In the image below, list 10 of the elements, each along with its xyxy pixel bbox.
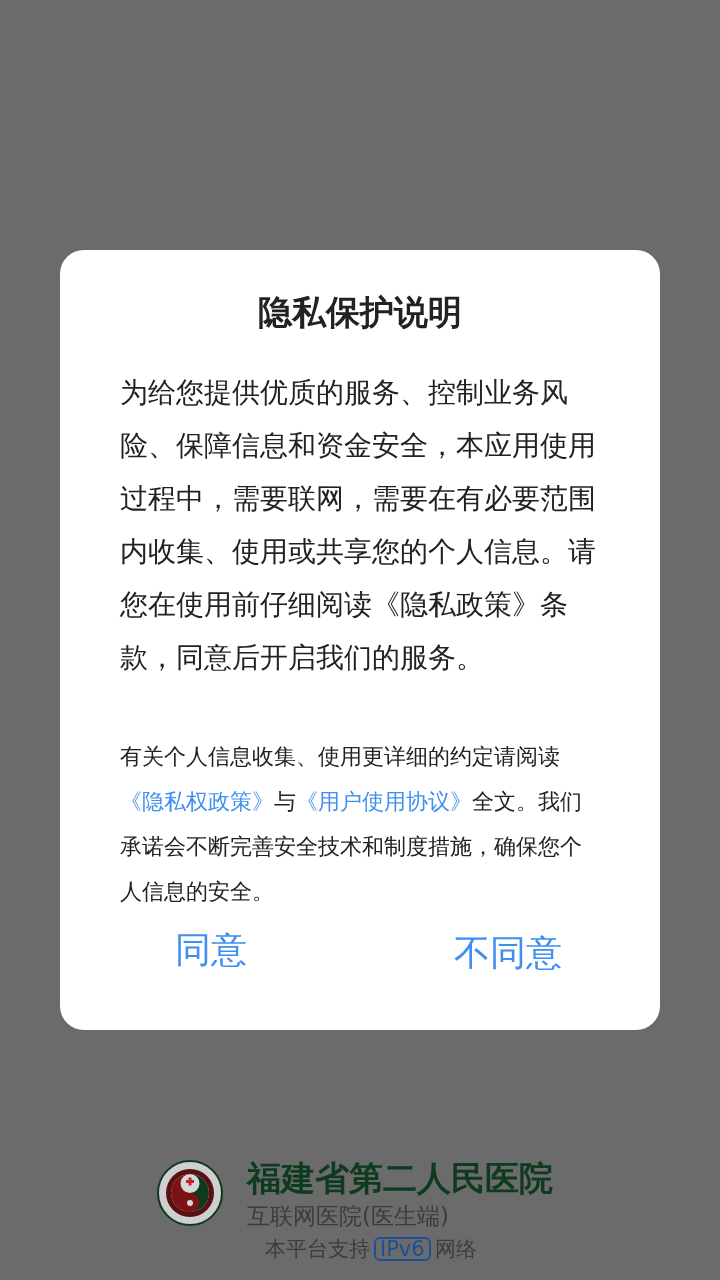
policy-link[interactable]: 《隐私权政策》 — [120, 789, 274, 814]
dialog-title: 隐私保护说明 — [258, 291, 462, 334]
privacy-paragraph: 为给您提供优质的服务、控制业务风险、保障信息和资金安全，本应用使用过程中，需要联网，需要在有必要范围内收集、使用或共享您的个人信息。请您在使用前仔细阅读《隐私政策》条款，同意后开启我们的服务。 — [120, 375, 597, 676]
ipv6-badge: IPv6 — [374, 1237, 431, 1261]
hospital-logo-icon — [157, 1160, 223, 1226]
policy-link[interactable]: 《用户使用协议》 — [296, 789, 472, 814]
disagree-button[interactable]: 不同意 — [454, 928, 562, 978]
agree-button[interactable]: 同意 — [175, 922, 247, 978]
hospital-name: 福建省第二人民医院 — [247, 1158, 553, 1198]
agreement-paragraph: 有关个人信息收集、使用更详细的约定请阅读 《隐私权政策》与《用户使用协议》全文。我们承诺会不断完善安全技术和制度措施，确保您个人信息的安全。 — [120, 743, 583, 906]
